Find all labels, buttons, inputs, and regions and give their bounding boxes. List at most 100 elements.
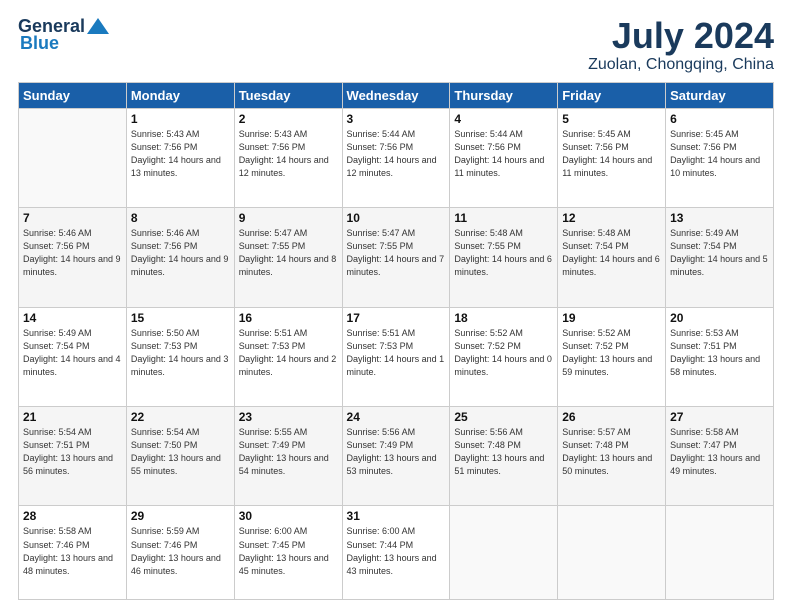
day-info: Sunrise: 5:58 AMSunset: 7:46 PMDaylight:… [23, 525, 122, 577]
subtitle: Zuolan, Chongqing, China [588, 56, 774, 74]
calendar-cell [666, 506, 774, 600]
calendar-cell: 1 Sunrise: 5:43 AMSunset: 7:56 PMDaylight… [126, 108, 234, 207]
day-number: 21 [23, 410, 122, 424]
day-number: 18 [454, 311, 553, 325]
day-number: 17 [347, 311, 446, 325]
day-info: Sunrise: 6:00 AMSunset: 7:44 PMDaylight:… [347, 525, 446, 577]
calendar-cell: 4 Sunrise: 5:44 AMSunset: 7:56 PMDaylight… [450, 108, 558, 207]
day-info: Sunrise: 5:44 AMSunset: 7:56 PMDaylight:… [454, 128, 553, 180]
day-number: 29 [131, 509, 230, 523]
calendar-week-row: 1 Sunrise: 5:43 AMSunset: 7:56 PMDaylight… [19, 108, 774, 207]
day-number: 28 [23, 509, 122, 523]
calendar-cell: 19 Sunrise: 5:52 AMSunset: 7:52 PMDayligh… [558, 307, 666, 406]
calendar-cell: 22Sunrise: 5:54 AMSunset: 7:50 PMDayligh… [126, 407, 234, 506]
day-info: Sunrise: 5:51 AMSunset: 7:53 PMDaylight:… [347, 327, 446, 379]
calendar-cell: 6 Sunrise: 5:45 AMSunset: 7:56 PMDaylight… [666, 108, 774, 207]
day-info: Sunrise: 5:47 AMSunset: 7:55 PMDaylight:… [347, 227, 446, 279]
day-number: 4 [454, 112, 553, 126]
day-info: Sunrise: 5:58 AMSunset: 7:47 PMDaylight:… [670, 426, 769, 478]
day-number: 14 [23, 311, 122, 325]
col-header-tuesday: Tuesday [234, 82, 342, 108]
calendar-cell: 14 Sunrise: 5:49 AMSunset: 7:54 PMDayligh… [19, 307, 127, 406]
page: General Blue July 2024 Zuolan, Chongqing… [0, 0, 792, 612]
calendar-cell: 3Sunrise: 5:44 AMSunset: 7:56 PMDaylight… [342, 108, 450, 207]
logo: General Blue [18, 16, 109, 54]
day-number: 25 [454, 410, 553, 424]
calendar-cell: 31 Sunrise: 6:00 AMSunset: 7:44 PMDayligh… [342, 506, 450, 600]
day-number: 24 [347, 410, 446, 424]
day-number: 6 [670, 112, 769, 126]
day-info: Sunrise: 5:57 AMSunset: 7:48 PMDaylight:… [562, 426, 661, 478]
calendar-week-row: 14 Sunrise: 5:49 AMSunset: 7:54 PMDayligh… [19, 307, 774, 406]
calendar-cell [558, 506, 666, 600]
day-number: 16 [239, 311, 338, 325]
day-info: Sunrise: 5:43 AMSunset: 7:56 PMDaylight:… [131, 128, 230, 180]
calendar-cell: 30 Sunrise: 6:00 AMSunset: 7:45 PMDayligh… [234, 506, 342, 600]
calendar-cell: 7Sunrise: 5:46 AMSunset: 7:56 PMDaylight… [19, 208, 127, 307]
day-number: 13 [670, 211, 769, 225]
day-info: Sunrise: 5:56 AMSunset: 7:49 PMDaylight:… [347, 426, 446, 478]
day-number: 19 [562, 311, 661, 325]
day-info: Sunrise: 5:49 AMSunset: 7:54 PMDaylight:… [670, 227, 769, 279]
col-header-monday: Monday [126, 82, 234, 108]
day-info: Sunrise: 5:54 AMSunset: 7:51 PMDaylight:… [23, 426, 122, 478]
day-number: 11 [454, 211, 553, 225]
calendar-week-row: 7Sunrise: 5:46 AMSunset: 7:56 PMDaylight… [19, 208, 774, 307]
day-info: Sunrise: 5:53 AMSunset: 7:51 PMDaylight:… [670, 327, 769, 379]
day-info: Sunrise: 5:45 AMSunset: 7:56 PMDaylight:… [670, 128, 769, 180]
calendar-cell: 8 Sunrise: 5:46 AMSunset: 7:56 PMDaylight… [126, 208, 234, 307]
day-number: 10 [347, 211, 446, 225]
day-number: 12 [562, 211, 661, 225]
calendar-cell: 17 Sunrise: 5:51 AMSunset: 7:53 PMDayligh… [342, 307, 450, 406]
calendar-header-row: SundayMondayTuesdayWednesdayThursdayFrid… [19, 82, 774, 108]
day-info: Sunrise: 5:52 AMSunset: 7:52 PMDaylight:… [562, 327, 661, 379]
calendar-cell: 9 Sunrise: 5:47 AMSunset: 7:55 PMDaylight… [234, 208, 342, 307]
day-number: 2 [239, 112, 338, 126]
calendar-week-row: 21 Sunrise: 5:54 AMSunset: 7:51 PMDayligh… [19, 407, 774, 506]
title-block: July 2024 Zuolan, Chongqing, China [588, 16, 774, 74]
day-number: 27 [670, 410, 769, 424]
day-number: 26 [562, 410, 661, 424]
calendar-week-row: 28 Sunrise: 5:58 AMSunset: 7:46 PMDayligh… [19, 506, 774, 600]
calendar-cell: 5Sunrise: 5:45 AMSunset: 7:56 PMDaylight… [558, 108, 666, 207]
day-info: Sunrise: 5:48 AMSunset: 7:55 PMDaylight:… [454, 227, 553, 279]
day-number: 3 [347, 112, 446, 126]
day-info: Sunrise: 5:51 AMSunset: 7:53 PMDaylight:… [239, 327, 338, 379]
calendar-cell: 12 Sunrise: 5:48 AMSunset: 7:54 PMDayligh… [558, 208, 666, 307]
calendar-cell: 25Sunrise: 5:56 AMSunset: 7:48 PMDayligh… [450, 407, 558, 506]
day-info: Sunrise: 5:43 AMSunset: 7:56 PMDaylight:… [239, 128, 338, 180]
day-number: 8 [131, 211, 230, 225]
header: General Blue July 2024 Zuolan, Chongqing… [18, 16, 774, 74]
day-number: 5 [562, 112, 661, 126]
calendar-cell [450, 506, 558, 600]
calendar-cell: 26 Sunrise: 5:57 AMSunset: 7:48 PMDayligh… [558, 407, 666, 506]
day-info: Sunrise: 5:49 AMSunset: 7:54 PMDaylight:… [23, 327, 122, 379]
col-header-saturday: Saturday [666, 82, 774, 108]
day-info: Sunrise: 5:47 AMSunset: 7:55 PMDaylight:… [239, 227, 338, 279]
calendar-cell: 23Sunrise: 5:55 AMSunset: 7:49 PMDayligh… [234, 407, 342, 506]
calendar-cell: 10 Sunrise: 5:47 AMSunset: 7:55 PMDayligh… [342, 208, 450, 307]
day-number: 15 [131, 311, 230, 325]
day-number: 30 [239, 509, 338, 523]
day-info: Sunrise: 5:46 AMSunset: 7:56 PMDaylight:… [23, 227, 122, 279]
day-info: Sunrise: 5:46 AMSunset: 7:56 PMDaylight:… [131, 227, 230, 279]
day-number: 31 [347, 509, 446, 523]
col-header-sunday: Sunday [19, 82, 127, 108]
main-title: July 2024 [588, 16, 774, 56]
day-number: 1 [131, 112, 230, 126]
calendar-table: SundayMondayTuesdayWednesdayThursdayFrid… [18, 82, 774, 600]
day-number: 20 [670, 311, 769, 325]
day-number: 22 [131, 410, 230, 424]
calendar-cell: 13 Sunrise: 5:49 AMSunset: 7:54 PMDayligh… [666, 208, 774, 307]
calendar-cell: 18Sunrise: 5:52 AMSunset: 7:52 PMDayligh… [450, 307, 558, 406]
day-number: 9 [239, 211, 338, 225]
calendar-cell: 24 Sunrise: 5:56 AMSunset: 7:49 PMDayligh… [342, 407, 450, 506]
calendar-cell [19, 108, 127, 207]
day-info: Sunrise: 5:48 AMSunset: 7:54 PMDaylight:… [562, 227, 661, 279]
day-info: Sunrise: 6:00 AMSunset: 7:45 PMDaylight:… [239, 525, 338, 577]
day-info: Sunrise: 5:55 AMSunset: 7:49 PMDaylight:… [239, 426, 338, 478]
col-header-wednesday: Wednesday [342, 82, 450, 108]
calendar-cell: 28 Sunrise: 5:58 AMSunset: 7:46 PMDayligh… [19, 506, 127, 600]
logo-icon [87, 18, 109, 34]
col-header-thursday: Thursday [450, 82, 558, 108]
